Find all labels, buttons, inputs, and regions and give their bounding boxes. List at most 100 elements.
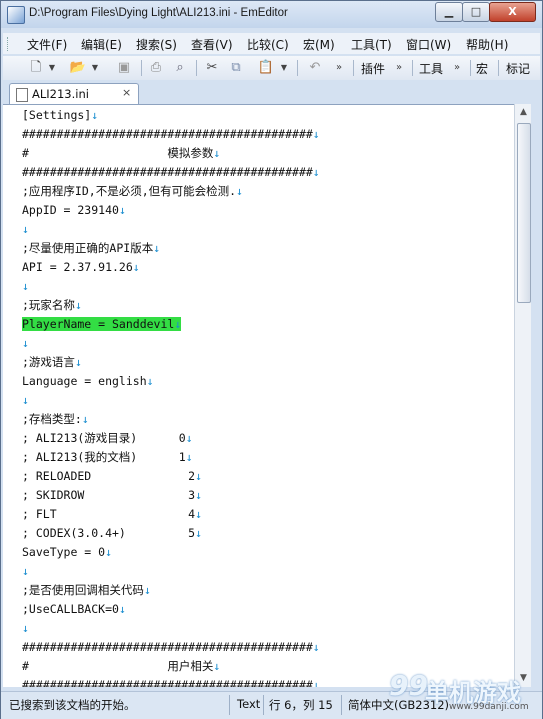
print-preview-icon[interactable]: ⌕ (171, 59, 189, 77)
line-text: ########################################… (22, 165, 313, 179)
editor-line[interactable]: ↓ (22, 220, 29, 239)
editor-line[interactable]: ; RELOADED 2↓ (22, 467, 202, 486)
menu-file[interactable]: 文件(F) (27, 36, 67, 53)
line-text: ; SKIDROW 3 (22, 488, 196, 502)
copy-icon[interactable]: ⧉ (227, 59, 245, 77)
scroll-up-icon[interactable]: ▲ (515, 104, 532, 121)
menu-tools[interactable]: 工具(T) (351, 36, 392, 53)
line-end-mark: ↓ (195, 469, 203, 483)
editor-line[interactable]: # 模拟参数↓ (22, 144, 220, 163)
new-dropdown-icon[interactable]: ▼ (47, 59, 57, 77)
open-dropdown-icon[interactable]: ▼ (90, 59, 100, 77)
line-text: ;UseCALLBACK=0 (22, 602, 119, 616)
editor-line[interactable]: ↓ (22, 334, 29, 353)
editor-line[interactable]: ↓ (22, 277, 29, 296)
line-text: ; CODEX(3.0.4+) 5 (22, 526, 196, 540)
editor-line[interactable]: ########################################… (22, 125, 320, 144)
editor-line[interactable]: ########################################… (22, 638, 320, 657)
editor-line[interactable]: ;是否使用回调相关代码↓ (22, 581, 151, 600)
line-end-mark: ↓ (22, 564, 29, 578)
menu-window[interactable]: 窗口(W) (406, 36, 451, 53)
menu-help[interactable]: 帮助(H) (466, 36, 508, 53)
tools-toolbar-label[interactable]: 工具 (419, 60, 443, 77)
close-button[interactable]: X (489, 2, 536, 22)
line-end-mark: ↓ (22, 621, 29, 635)
emeditor-app-icon[interactable] (7, 6, 25, 24)
status-cursor-position: 行 6，列 15 (269, 698, 333, 712)
editor-line[interactable]: SaveType = 0↓ (22, 543, 112, 562)
menu-search[interactable]: 搜索(S) (136, 36, 177, 53)
editor-line[interactable]: ;尽量使用正确的API版本↓ (22, 239, 160, 258)
line-end-mark: ↓ (185, 431, 193, 445)
menu-compare[interactable]: 比较(C) (247, 36, 289, 53)
cut-icon[interactable]: ✂ (203, 59, 221, 77)
editor-line[interactable]: ;存档类型:↓ (22, 410, 89, 429)
line-end-mark: ↓ (153, 241, 161, 255)
line-end-mark: ↓ (195, 526, 203, 540)
editor-line[interactable]: ;应用程序ID,不是必须,但有可能会检测.↓ (22, 182, 243, 201)
minimize-button[interactable]: ▁ (435, 2, 463, 22)
vertical-scrollbar[interactable]: ▲ ▼ (514, 104, 532, 687)
editor-line[interactable]: PlayerName = Sanddevil↓ (22, 315, 182, 334)
editor-line[interactable]: ; CODEX(3.0.4+) 5↓ (22, 524, 202, 543)
overflow-chevron-icon[interactable]: » (451, 59, 463, 77)
editor-line[interactable]: Language = english↓ (22, 372, 154, 391)
editor-line[interactable]: ;UseCALLBACK=0↓ (22, 600, 126, 619)
site-watermark-logo: 99 单机游戏 www.99danji.com (389, 669, 539, 717)
line-text: ;应用程序ID,不是必须,但有可能会检测. (22, 184, 237, 198)
toolbar: 🗋 ▼ 📂 ▼ ▣ ⎙ ⌕ ✂ ⧉ 📋 ▼ ↶ » 插件 » 工具 » 宏 标记 (3, 56, 540, 80)
editor-line[interactable]: API = 2.37.91.26↓ (22, 258, 140, 277)
tab-ali213-ini[interactable]: ALI213.ini × (9, 83, 139, 105)
macro-toolbar-label[interactable]: 宏 (476, 60, 488, 77)
line-end-mark: ↓ (174, 317, 182, 331)
status-separator (229, 695, 230, 715)
plugins-toolbar-label[interactable]: 插件 (361, 60, 385, 77)
editor-line[interactable]: ↓ (22, 619, 29, 638)
line-text: ########################################… (22, 127, 313, 141)
menu-edit[interactable]: 编辑(E) (81, 36, 122, 53)
save-icon[interactable]: ▣ (115, 59, 133, 77)
editor-line[interactable]: ;游戏语言↓ (22, 353, 82, 372)
overflow-chevron-icon[interactable]: » (393, 59, 405, 77)
line-end-mark: ↓ (312, 640, 320, 654)
bookmark-toolbar-label[interactable]: 标记 (506, 60, 530, 77)
undo-icon[interactable]: ↶ (306, 59, 324, 77)
editor-window: D:\Program Files\Dying Light\ALI213.ini … (0, 0, 543, 719)
line-end-mark: ↓ (74, 298, 82, 312)
line-end-mark: ↓ (91, 108, 99, 122)
line-end-mark: ↓ (236, 184, 243, 198)
toolbar-separator (141, 60, 142, 76)
editor-line[interactable]: ; ALI213(我的文档) 1↓ (22, 448, 193, 467)
watermark-url: www.99danji.com (449, 702, 529, 712)
editor-line[interactable]: ; SKIDROW 3↓ (22, 486, 202, 505)
open-folder-icon[interactable]: 📂 (69, 59, 87, 77)
status-mode: Text (237, 697, 261, 711)
title-bar[interactable]: D:\Program Files\Dying Light\ALI213.ini … (1, 1, 542, 28)
print-icon[interactable]: ⎙ (147, 59, 165, 77)
editor-line[interactable]: ↓ (22, 562, 29, 581)
editor-line[interactable]: AppID = 239140↓ (22, 201, 126, 220)
menu-view[interactable]: 查看(V) (191, 36, 233, 53)
status-message: 已搜索到该文档的开始。 (9, 698, 136, 712)
editor-line[interactable]: # 用户相关↓ (22, 657, 220, 676)
menu-grip[interactable] (7, 37, 11, 51)
splitter-strip (531, 104, 542, 687)
tab-close-icon[interactable]: × (122, 86, 131, 99)
editor-line[interactable]: ########################################… (22, 163, 320, 182)
text-editor[interactable]: [Settings]↓ #############################… (3, 104, 515, 688)
toolbar-separator (297, 60, 298, 76)
editor-line[interactable]: [Settings]↓ (22, 106, 98, 125)
editor-line[interactable]: ; ALI213(游戏目录) 0↓ (22, 429, 193, 448)
editor-line[interactable]: ;玩家名称↓ (22, 296, 82, 315)
editor-line[interactable]: ; FLT 4↓ (22, 505, 202, 524)
maximize-button[interactable]: □ (462, 2, 490, 22)
line-end-mark: ↓ (195, 488, 203, 502)
new-file-icon[interactable]: 🗋 (27, 59, 45, 77)
paste-icon[interactable]: 📋 (257, 59, 275, 77)
paste-dropdown-icon[interactable]: ▼ (279, 59, 289, 77)
line-end-mark: ↓ (132, 260, 140, 274)
menu-macro[interactable]: 宏(M) (303, 36, 335, 53)
scroll-thumb[interactable] (517, 123, 531, 303)
overflow-chevron-icon[interactable]: » (333, 59, 345, 77)
editor-line[interactable]: ↓ (22, 391, 29, 410)
